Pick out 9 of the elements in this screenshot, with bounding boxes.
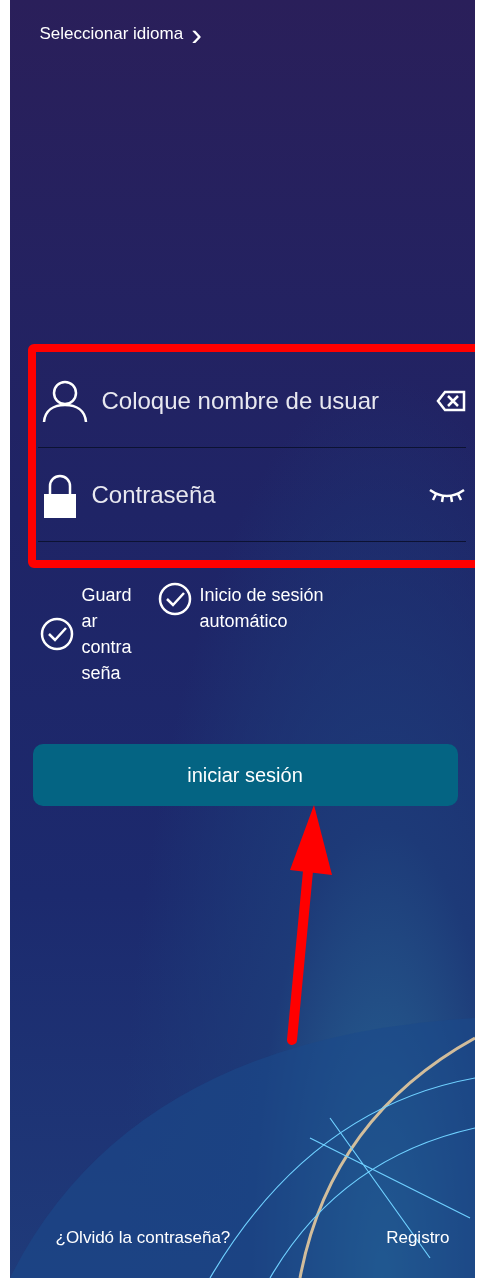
login-button[interactable]: iniciar sesión [32, 744, 458, 806]
checkbox-label: Guard ar contra seña [81, 584, 133, 685]
language-link[interactable]: Seleccionar idioma [39, 24, 184, 44]
password-field[interactable]: Contraseña [91, 480, 414, 509]
chevron-icon[interactable]: › [191, 22, 202, 46]
checkbox-label: Inicio de sesión automático [199, 584, 325, 633]
register-link[interactable]: Registro [386, 1228, 450, 1248]
forgot-password-link[interactable]: ¿Olvidó la contraseña? [55, 1228, 231, 1248]
username-field[interactable]: Coloque nombre de usuar [101, 386, 422, 415]
